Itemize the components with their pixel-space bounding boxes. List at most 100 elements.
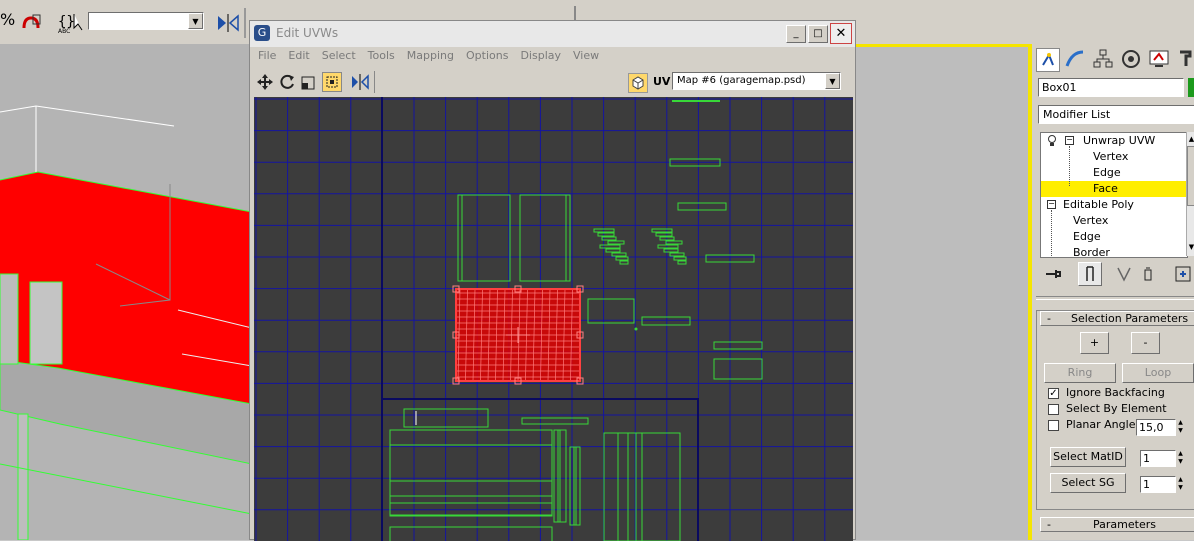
light-bulb-icon[interactable] bbox=[1047, 135, 1057, 147]
uv-island-detail bbox=[607, 240, 625, 245]
uv-island bbox=[519, 194, 571, 282]
create-tab-icon[interactable] bbox=[1036, 48, 1060, 72]
percent-snap-label[interactable]: % bbox=[0, 10, 15, 29]
ignore-backfacing-checkbox[interactable]: ✓ bbox=[1048, 388, 1059, 399]
uv-island-detail bbox=[615, 256, 629, 261]
utilities-tab-icon[interactable] bbox=[1176, 48, 1194, 72]
title-bar[interactable]: G Edit UVWs _ □ ✕ bbox=[250, 21, 855, 47]
select-by-element-label: Select By Element bbox=[1066, 402, 1167, 415]
grow-selection-button[interactable]: + bbox=[1080, 332, 1109, 354]
move-icon[interactable] bbox=[256, 73, 274, 91]
modify-tab-icon[interactable] bbox=[1064, 48, 1088, 72]
mirror-uv-icon[interactable] bbox=[350, 73, 370, 91]
scroll-down-icon[interactable]: ▼ bbox=[1187, 240, 1194, 254]
stack-item-poly-edge[interactable]: Edge bbox=[1073, 229, 1101, 245]
uv-island-detail bbox=[597, 232, 615, 237]
uv-island-detail bbox=[605, 248, 621, 253]
named-selection-dropdown[interactable]: ▼ bbox=[88, 12, 204, 30]
pin-stack-icon[interactable] bbox=[1044, 264, 1064, 284]
stack-item-poly-vertex[interactable]: Vertex bbox=[1073, 213, 1108, 229]
panel-divider bbox=[1036, 296, 1194, 300]
collapse-icon[interactable]: − bbox=[1065, 136, 1074, 145]
uv-island-detail bbox=[669, 252, 685, 257]
ring-button[interactable]: Ring bbox=[1044, 363, 1116, 383]
make-unique-icon[interactable] bbox=[1114, 264, 1134, 284]
planar-angle-checkbox[interactable] bbox=[1048, 420, 1059, 431]
matid-spinner[interactable]: 1 bbox=[1140, 450, 1176, 467]
uv-island-detail bbox=[651, 228, 673, 233]
uv-island-detail bbox=[599, 244, 621, 249]
map-dropdown[interactable]: Map #6 (garagemap.psd) ▼ bbox=[672, 72, 841, 90]
menu-tools[interactable]: Tools bbox=[362, 48, 401, 64]
uv-island bbox=[521, 417, 589, 425]
stack-scrollbar[interactable]: ▲ ▼ bbox=[1186, 132, 1194, 256]
active-viewport-border bbox=[856, 44, 1032, 47]
parameters-rollout-header[interactable]: - Parameters bbox=[1040, 517, 1194, 532]
stack-item-editable-poly[interactable]: Editable Poly bbox=[1063, 197, 1134, 213]
tree-connector bbox=[1069, 146, 1071, 186]
uv-island bbox=[677, 202, 727, 211]
menu-edit[interactable]: Edit bbox=[282, 48, 315, 64]
uv-mode-label[interactable]: UV bbox=[653, 75, 670, 88]
select-matid-button[interactable]: Select MatID bbox=[1050, 447, 1126, 467]
uv-editor-canvas[interactable] bbox=[254, 97, 853, 541]
app-logo-icon: G bbox=[254, 25, 270, 41]
map-dropdown-arrow-icon[interactable]: ▼ bbox=[825, 73, 840, 89]
shrink-selection-button[interactable]: - bbox=[1131, 332, 1160, 354]
uv-island bbox=[713, 341, 763, 350]
menu-view[interactable]: View bbox=[567, 48, 605, 64]
menu-options[interactable]: Options bbox=[460, 48, 514, 64]
modifier-list-dropdown[interactable]: Modifier List bbox=[1038, 105, 1194, 124]
toolbar-divider bbox=[374, 71, 375, 93]
close-button[interactable]: ✕ bbox=[830, 23, 852, 44]
mirror-icon[interactable] bbox=[216, 12, 240, 34]
toolbar-divider bbox=[244, 8, 246, 38]
hierarchy-tab-icon[interactable] bbox=[1092, 48, 1116, 72]
uv-island bbox=[569, 446, 577, 526]
uv-island-detail bbox=[663, 248, 679, 253]
edit-named-selection-icon[interactable]: {} ABC bbox=[56, 10, 86, 36]
uv-canvas-svg bbox=[254, 97, 853, 541]
menu-mapping[interactable]: Mapping bbox=[401, 48, 460, 64]
uv-island-detail bbox=[619, 260, 629, 265]
object-name-field[interactable]: Box01 bbox=[1038, 78, 1184, 97]
magnet-icon[interactable] bbox=[20, 12, 42, 34]
show-end-result-icon[interactable] bbox=[1078, 262, 1102, 286]
selection-parameters-rollout-header[interactable]: - Selection Parameters bbox=[1040, 311, 1194, 326]
remove-modifier-icon[interactable] bbox=[1138, 264, 1158, 284]
scroll-thumb[interactable] bbox=[1187, 146, 1194, 206]
object-color-swatch[interactable] bbox=[1188, 78, 1194, 97]
menu-select[interactable]: Select bbox=[316, 48, 362, 64]
stack-item-unwrap-face[interactable]: Face bbox=[1093, 181, 1118, 197]
configure-modifier-sets-icon[interactable] bbox=[1174, 264, 1194, 284]
stack-item-unwrap-edge[interactable]: Edge bbox=[1093, 165, 1121, 181]
stack-item-unwrap-uvw[interactable]: Unwrap UVW bbox=[1083, 133, 1155, 149]
select-sg-button[interactable]: Select SG bbox=[1050, 473, 1126, 493]
scale-icon[interactable] bbox=[300, 73, 318, 91]
tree-connector bbox=[1051, 210, 1053, 257]
menu-file[interactable]: File bbox=[252, 48, 282, 64]
menu-display[interactable]: Display bbox=[514, 48, 567, 64]
spinner-arrows-icon[interactable]: ▲ ▼ bbox=[1176, 419, 1185, 436]
motion-tab-icon[interactable] bbox=[1120, 48, 1144, 72]
display-tab-icon[interactable] bbox=[1148, 48, 1172, 72]
uv-island bbox=[573, 446, 581, 526]
minimize-button[interactable]: _ bbox=[786, 25, 806, 43]
perspective-viewport[interactable] bbox=[0, 44, 252, 540]
scroll-up-icon[interactable]: ▲ bbox=[1187, 132, 1194, 146]
collapse-icon[interactable]: − bbox=[1047, 200, 1056, 209]
spinner-arrows-icon[interactable]: ▲ ▼ bbox=[1176, 450, 1185, 467]
sg-spinner[interactable]: 1 bbox=[1140, 476, 1176, 493]
maximize-button[interactable]: □ bbox=[808, 25, 828, 43]
planar-angle-spinner[interactable]: 15,0 bbox=[1136, 419, 1176, 436]
freeform-mode-icon[interactable] bbox=[322, 72, 342, 92]
show-map-icon[interactable] bbox=[628, 73, 648, 93]
spinner-arrows-icon[interactable]: ▲ ▼ bbox=[1176, 476, 1185, 493]
stack-item-unwrap-vertex[interactable]: Vertex bbox=[1093, 149, 1128, 165]
dropdown-arrow-icon[interactable]: ▼ bbox=[188, 13, 203, 29]
uv-island bbox=[713, 358, 763, 380]
rotate-icon[interactable] bbox=[278, 73, 296, 91]
select-by-element-checkbox[interactable] bbox=[1048, 404, 1059, 415]
loop-button[interactable]: Loop bbox=[1122, 363, 1194, 383]
stack-item-poly-border[interactable]: Border bbox=[1073, 245, 1110, 257]
